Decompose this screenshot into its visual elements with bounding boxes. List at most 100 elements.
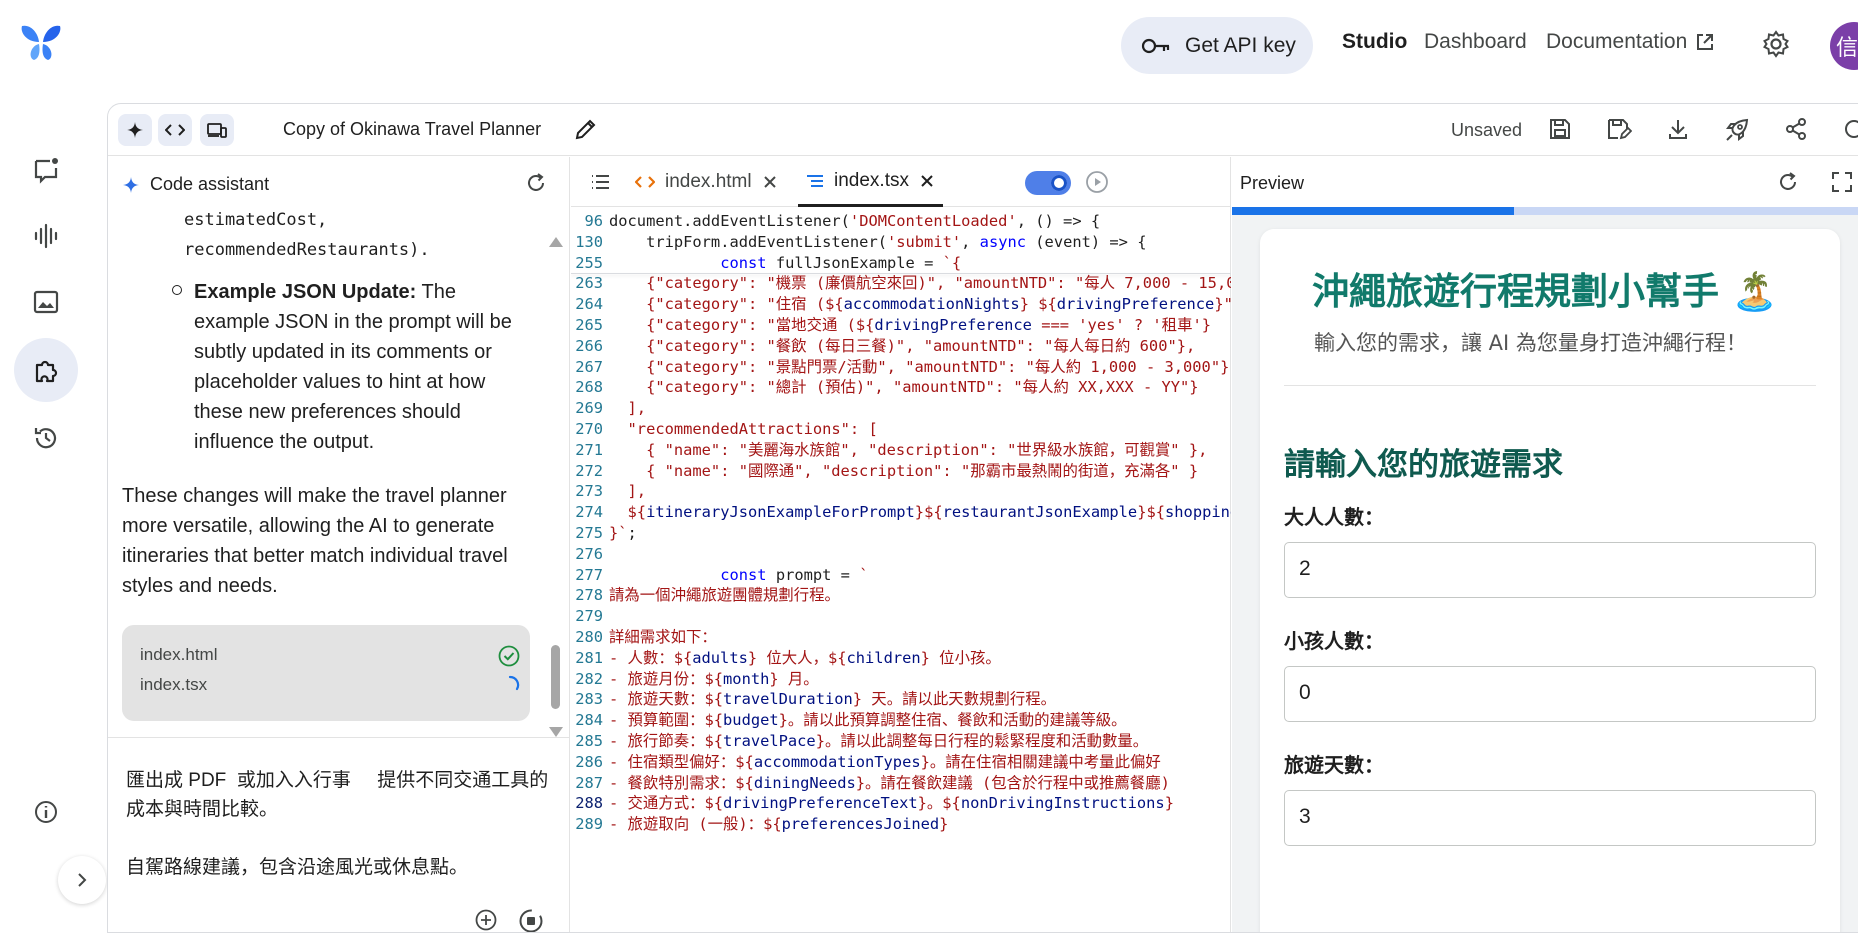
stop-generation-icon[interactable] [518, 908, 544, 932]
code-line[interactable]: 264 {"category": "住宿 (${accommodationNig… [571, 294, 1231, 315]
line-number: 277 [575, 565, 603, 584]
prompt-input[interactable]: 匯出成 PDF 或加入入行事 提供不同交通工具的成本與時間比較。 自駕路線建議，… [126, 766, 556, 882]
add-attachment-icon[interactable] [474, 908, 498, 932]
code-line[interactable]: 282 - 旅遊月份：${month} 月。 [571, 669, 1231, 690]
code-line[interactable]: 272 { "name": "國際通", "description": "那霸市… [571, 461, 1231, 482]
code-line[interactable]: 280 詳細需求如下： [571, 627, 1231, 648]
run-play-icon[interactable] [1085, 170, 1109, 194]
code-line[interactable]: 286 - 住宿類型偏好：${accommodationTypes}。請在住宿相關… [571, 752, 1231, 773]
code-content[interactable]: 96 document.addEventListener('DOMContentL… [571, 207, 1231, 932]
settings-gear-icon[interactable] [1762, 30, 1790, 58]
line-source: - 旅行節奏：${travelPace}。請以此調整每日行程的鬆緊程度和活動數量… [609, 732, 1149, 750]
duration-input[interactable]: 3 [1284, 790, 1816, 846]
tab-index-tsx[interactable]: index.tsx [798, 157, 943, 207]
code-line[interactable]: 279 [571, 606, 1231, 627]
user-avatar[interactable]: 信 [1830, 22, 1858, 70]
scrollbar-thumb[interactable] [551, 645, 560, 709]
ai-mode-button[interactable] [118, 114, 152, 146]
changed-files-card[interactable]: index.html index.tsx [122, 625, 530, 721]
inline-code: estimatedCost, [184, 210, 328, 230]
expand-sidebar-button[interactable] [58, 856, 106, 904]
code-line[interactable]: 283 - 旅遊天數：${travelDuration} 天。請以此天數規劃行程。 [571, 689, 1231, 710]
app-logo-icon[interactable] [18, 22, 64, 62]
code-line[interactable]: 267 {"category": "景點門票/活動", "amountNTD":… [571, 357, 1231, 378]
file-item-index-tsx[interactable]: index.tsx [140, 675, 207, 695]
code-line[interactable]: 269 ], [571, 398, 1231, 419]
rename-pencil-icon[interactable] [574, 117, 598, 141]
code-line[interactable]: 273 ], [571, 481, 1231, 502]
autorun-toggle[interactable] [1025, 171, 1071, 195]
close-tab-icon[interactable] [919, 173, 935, 189]
fullscreen-icon[interactable] [1830, 170, 1854, 194]
info-icon[interactable] [24, 790, 68, 834]
device-preview-button[interactable] [200, 114, 234, 146]
workspace-panel: Copy of Okinawa Travel Planner Unsaved C… [107, 103, 1858, 933]
nav-documentation-link[interactable]: Documentation [1546, 30, 1715, 54]
code-line[interactable]: 275}`; [571, 523, 1231, 544]
tab-label: index.tsx [834, 169, 909, 191]
audio-stream-icon[interactable] [24, 214, 68, 258]
code-line[interactable]: 287 - 餐飲特別需求：${diningNeeds}。請在餐飲建議 (包含於行程… [571, 773, 1231, 794]
code-line[interactable]: 255 const fullJsonExample = `{ [571, 253, 1231, 274]
close-tab-icon[interactable] [762, 174, 778, 190]
save-icon[interactable] [1548, 117, 1572, 141]
progress-fill [1232, 207, 1514, 215]
more-options-icon[interactable] [1842, 117, 1858, 141]
code-line[interactable]: 284 - 預算範圍：${budget}。請以此預算調整住宿、餐飲和活動的建議等級… [571, 710, 1231, 731]
scroll-up-arrow[interactable] [549, 237, 563, 247]
preview-refresh-icon[interactable] [1776, 170, 1800, 194]
download-icon[interactable] [1666, 117, 1690, 141]
refresh-icon[interactable] [524, 171, 548, 195]
line-number: 264 [575, 295, 603, 314]
code-line[interactable]: 266 {"category": "餐飲 (每日三餐)", "amountNTD… [571, 336, 1231, 357]
line-number: 280 [575, 628, 603, 646]
code-line[interactable]: 96 document.addEventListener('DOMContentL… [571, 211, 1231, 232]
preview-panel: Preview 沖繩旅遊行程規劃小幫手 🏝️ 輸入您的需求，讓 AI 為您量身打… [1232, 157, 1858, 932]
assistant-prompt-area[interactable]: 匯出成 PDF 或加入入行事 提供不同交通工具的成本與時間比較。 自駕路線建議，… [108, 737, 569, 932]
code-view-button[interactable] [158, 114, 192, 146]
save-status-text: Unsaved [1451, 120, 1523, 140]
children-input[interactable]: 0 [1284, 666, 1816, 722]
code-line[interactable]: 288 - 交通方式：${drivingPreferenceText}。${non… [571, 793, 1231, 814]
code-line[interactable]: 278 請為一個沖繩旅遊團體規劃行程。 [571, 585, 1231, 606]
nav-studio-link[interactable]: Studio [1342, 30, 1407, 54]
code-line[interactable]: 265 {"category": "當地交通 (${drivingPrefere… [571, 315, 1231, 336]
preview-progress-bar [1232, 207, 1858, 215]
file-item-index-html[interactable]: index.html [140, 645, 217, 665]
save-copy-icon[interactable] [1606, 117, 1632, 141]
code-line[interactable]: 270 "recommendedAttractions": [ [571, 419, 1231, 440]
line-source: ${itineraryJsonExampleForPrompt}${restau… [609, 503, 1231, 522]
code-line[interactable]: 281 - 人數：${adults} 位大人，${children} 位小孩。 [571, 648, 1231, 669]
line-number: 272 [575, 461, 603, 480]
deploy-rocket-icon[interactable] [1724, 117, 1750, 143]
inline-code: recommendedRestaurants). [184, 240, 430, 260]
history-icon[interactable] [24, 416, 68, 460]
code-line[interactable]: 271 { "name": "美麗海水族館", "description": "… [571, 440, 1231, 461]
tab-index-html[interactable]: index.html [635, 157, 778, 207]
project-title[interactable]: Copy of Okinawa Travel Planner [283, 119, 541, 140]
share-icon[interactable] [1784, 117, 1808, 141]
image-gallery-icon[interactable] [24, 280, 68, 324]
line-source: - 住宿類型偏好：${accommodationTypes}。請在住宿相關建議中… [609, 752, 1161, 771]
build-apps-puzzle-icon[interactable] [24, 348, 68, 392]
code-line[interactable]: 130 tripForm.addEventListener('submit', … [571, 232, 1231, 253]
line-source: tripForm.addEventListener('submit', asyn… [609, 232, 1147, 251]
get-api-key-button[interactable]: Get API key [1121, 17, 1313, 74]
code-assistant-panel: Code assistant estimatedCost, recommende… [108, 157, 570, 932]
line-source: 詳細需求如下： [609, 628, 717, 646]
bullet-body: The example JSON in the prompt will be s… [194, 281, 512, 453]
key-icon [1141, 36, 1171, 56]
file-list-menu-icon[interactable] [589, 171, 611, 193]
code-line[interactable]: 276 [571, 544, 1231, 565]
chat-prompt-icon[interactable] [24, 148, 68, 192]
code-line[interactable]: 274 ${itineraryJsonExampleForPrompt}${re… [571, 502, 1231, 523]
code-line[interactable]: 289 - 旅遊取向 (一般)：${preferencesJoined} [571, 814, 1231, 835]
scroll-down-arrow[interactable] [549, 727, 563, 737]
code-line[interactable]: 268 {"category": "總計 (預估)", "amountNTD":… [571, 377, 1231, 398]
adults-input[interactable]: 2 [1284, 542, 1816, 598]
nav-dashboard-link[interactable]: Dashboard [1424, 30, 1527, 54]
line-number: 282 [575, 669, 603, 688]
code-line[interactable]: 277 const prompt = ` [571, 565, 1231, 586]
code-line[interactable]: 263 {"category": "機票 (廉價航空來回)", "amountN… [571, 273, 1231, 294]
code-line[interactable]: 285 - 旅行節奏：${travelPace}。請以此調整每日行程的鬆緊程度和活… [571, 731, 1231, 752]
